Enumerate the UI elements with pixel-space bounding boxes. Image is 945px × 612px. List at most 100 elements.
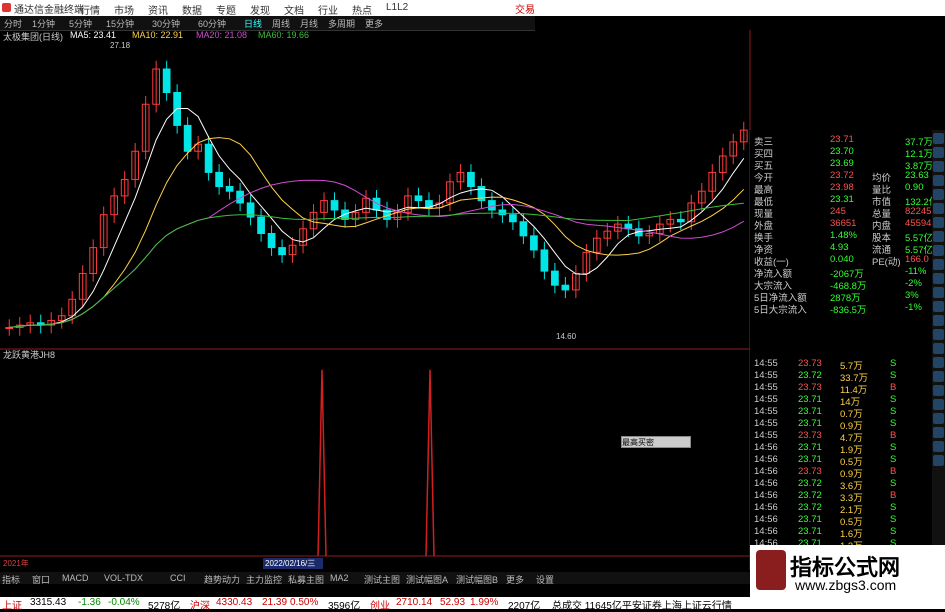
tick-cell: 14:55 (754, 430, 778, 441)
signal-spike (317, 369, 327, 557)
tick-cell: 14:55 (754, 382, 778, 393)
tick-cell: 14:56 (754, 514, 778, 525)
side-tool-icon[interactable] (933, 133, 944, 144)
side-tool-icon[interactable] (933, 343, 944, 354)
tick-cell: 14:56 (754, 478, 778, 489)
side-tool-icon[interactable] (933, 371, 944, 382)
side-tool-icon[interactable] (933, 455, 944, 466)
quote-cell: 166.0 (905, 254, 929, 265)
quote-row: 5日净流入额 2878万 3% (750, 290, 930, 304)
sh-index-pct: -0.04% (108, 597, 140, 608)
sz-index-label: 沪深 (190, 601, 210, 612)
date-axis-start: 2021年 (3, 558, 29, 568)
candle-body (414, 195, 423, 202)
side-tool-icon[interactable] (933, 189, 944, 200)
side-tool-icon[interactable] (933, 301, 944, 312)
quote-row: 今开 23.72 均价 23.63 (750, 170, 930, 184)
indicator-tab-0[interactable]: 指标 (2, 573, 20, 586)
side-toolbar (932, 130, 945, 570)
tick-cell: 23.71 (798, 454, 822, 465)
indicator-tab-13[interactable]: 设置 (536, 573, 554, 586)
side-tool-icon[interactable] (933, 273, 944, 284)
side-tool-icon[interactable] (933, 399, 944, 410)
side-tool-icon[interactable] (933, 287, 944, 298)
tick-row: 14:56 23.73 0.9万 B (750, 466, 930, 480)
quote-row: 最高 23.98 量比 0.90 (750, 182, 930, 196)
side-tool-icon[interactable] (933, 315, 944, 326)
candle-body (509, 214, 517, 223)
sh-index-amount: 5278亿 (148, 601, 181, 612)
indicator-tab-6[interactable]: 主力监控 (246, 573, 282, 586)
tick-row: 14:56 23.72 3.6万 S (750, 478, 930, 492)
side-tool-icon[interactable] (933, 203, 944, 214)
side-tool-icon[interactable] (933, 441, 944, 452)
indicator-tab-3[interactable]: VOL-TDX (104, 573, 143, 583)
side-tool-icon[interactable] (933, 427, 944, 438)
tick-row: 14:55 23.73 11.4万 B (750, 382, 930, 396)
tick-cell: 23.73 (798, 466, 822, 477)
tick-cell: 23.72 (798, 478, 822, 489)
candle-body (540, 249, 549, 272)
tick-cell: S (890, 514, 897, 525)
indicator-tab-7[interactable]: 私募主图 (288, 573, 324, 586)
quote-cell: 5日大宗流入 (754, 305, 807, 316)
quote-cell: -1% (905, 302, 922, 313)
sz-index-pct: 0.50% (290, 597, 319, 608)
quote-cell: 23.69 (830, 158, 854, 169)
side-tool-icon[interactable] (933, 413, 944, 424)
quote-cell: 4.93 (830, 242, 849, 253)
side-tool-icon[interactable] (933, 259, 944, 270)
indicator-tab-11[interactable]: 测试幅图B (456, 573, 498, 586)
indicator-tab-12[interactable]: 更多 (506, 573, 524, 586)
cy-index-change: 52.93 (440, 597, 466, 608)
side-tool-icon[interactable] (933, 231, 944, 242)
side-tool-icon[interactable] (933, 357, 944, 368)
side-tool-icon[interactable] (933, 329, 944, 340)
side-tool-icon[interactable] (933, 385, 944, 396)
indicator-tab-10[interactable]: 测试幅图A (406, 573, 448, 586)
tooltip-popup[interactable]: 最高买密 (621, 436, 691, 448)
quote-cell: -836.5万 (830, 305, 867, 316)
sz-index-value: 4330.43 (216, 597, 253, 608)
indicator-tabs: 指标 窗口 MACD VOL-TDX CCI 趋势动力 主力监控 私募主图 MA2 测试主图 测试幅… (0, 572, 750, 586)
candle-body (257, 216, 265, 235)
tick-cell: 23.71 (798, 526, 822, 537)
watermark-logo-icon (756, 550, 786, 590)
quote-cell: 3% (905, 290, 919, 301)
indicator-tab-4[interactable]: CCI (170, 573, 186, 583)
side-tool-icon[interactable] (933, 175, 944, 186)
signal-spike (425, 369, 435, 557)
tick-row: 14:55 23.71 14万 S (750, 394, 930, 408)
tick-cell: S (890, 442, 897, 453)
tick-cell: 14:56 (754, 454, 778, 465)
indicator-tab-5[interactable]: 趋势动力 (204, 573, 240, 586)
quote-cell: 23.98 (830, 182, 854, 193)
candle-body (467, 171, 475, 187)
tick-cell: 23.71 (798, 406, 822, 417)
tick-cell: 23.72 (798, 502, 822, 513)
quote-cell: 0.90 (905, 182, 924, 193)
indicator-tab-9[interactable]: 测试主图 (364, 573, 400, 586)
quote-cell: -11% (905, 266, 927, 277)
side-tool-icon[interactable] (933, 161, 944, 172)
quote-row: 最低 23.31 市值 132.2亿 (750, 194, 938, 208)
indicator-tab-1[interactable]: 窗口 (32, 573, 50, 586)
quote-panel: 卖三 23.71 37.7万 买四 23.70 12.1万 买五 23.69 3.87万 今开 23… (750, 130, 945, 576)
side-tool-icon[interactable] (933, 245, 944, 256)
high-price-label: 27.18 (110, 41, 131, 50)
quote-row: 收益(一) 0.040 PE(动) 166.0 (750, 254, 930, 268)
watermark-url: www.zbgs3.com (795, 577, 897, 593)
indicator-tab-8[interactable]: MA2 (330, 573, 349, 583)
side-tool-icon[interactable] (933, 147, 944, 158)
tick-cell: 14:56 (754, 466, 778, 477)
side-tool-icon[interactable] (933, 217, 944, 228)
indicator-tab-2[interactable]: MACD (62, 573, 89, 583)
sh-index-change: -1.36 (78, 597, 101, 608)
tick-cell: 23.73 (798, 430, 822, 441)
tick-cell: S (890, 406, 897, 417)
tick-row: 14:56 23.71 1.6万 S (750, 526, 930, 540)
quote-cell: 23.72 (830, 170, 854, 181)
quote-cell: 23.63 (905, 170, 929, 181)
candle-body (676, 218, 685, 223)
cy-index-pct: 1.99% (470, 597, 499, 608)
